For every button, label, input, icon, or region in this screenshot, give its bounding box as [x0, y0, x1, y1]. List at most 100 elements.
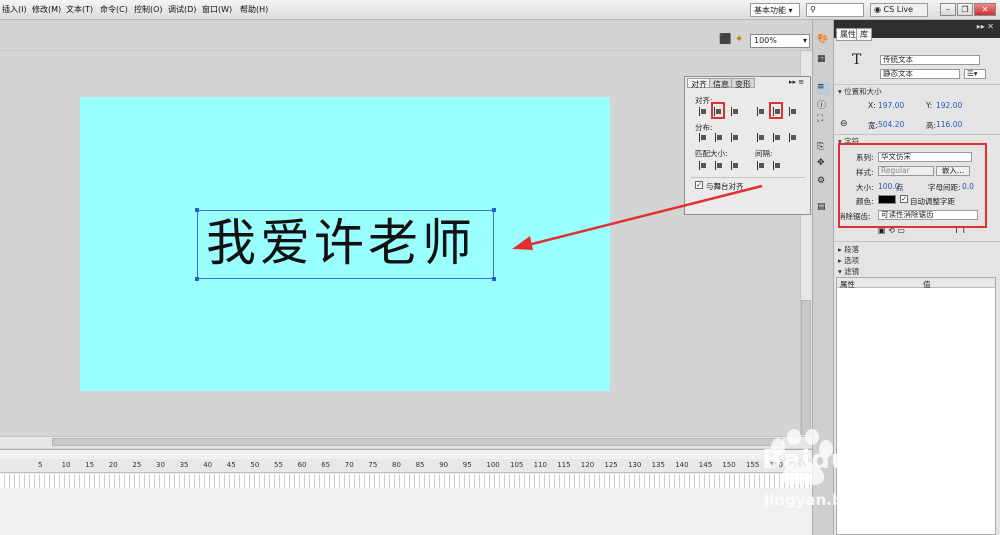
- library-icon[interactable]: ▤: [817, 202, 830, 215]
- text-type-select[interactable]: 静态文本: [880, 69, 960, 79]
- timeline-tick: 135: [651, 461, 665, 469]
- timeline-tick: 60: [297, 461, 307, 469]
- tab-align[interactable]: 对齐: [687, 78, 711, 89]
- timeline-tick: 100: [486, 461, 500, 469]
- menu-modify[interactable]: 修改(M): [32, 4, 61, 15]
- space-horizontal-icon[interactable]: [773, 161, 782, 170]
- tab-transform[interactable]: 变形: [731, 78, 755, 89]
- panel-collapse-icon[interactable]: ▸▸ ✕: [977, 22, 994, 31]
- timeline-tick: 10: [61, 461, 71, 469]
- text-engine-select[interactable]: 传统文本: [880, 55, 980, 65]
- x-value[interactable]: 197.00: [878, 101, 904, 110]
- align-right-icon[interactable]: [731, 107, 740, 116]
- y-value[interactable]: 192.00: [936, 101, 962, 110]
- align-bottom-icon[interactable]: [789, 107, 798, 116]
- menu-commands[interactable]: 命令(C): [100, 4, 128, 15]
- tab-info[interactable]: 信息: [709, 78, 733, 89]
- menu-help[interactable]: 帮助(H): [240, 4, 268, 15]
- timeline-tick: 35: [179, 461, 189, 469]
- width-label: 宽:: [868, 121, 879, 130]
- resize-handle[interactable]: [492, 277, 496, 281]
- timeline-tick: 85: [415, 461, 425, 469]
- stage-text: 我爱许老师: [206, 214, 476, 272]
- filters-col-value: 值: [923, 280, 931, 289]
- match-height-icon[interactable]: [715, 161, 724, 170]
- resize-handle[interactable]: [195, 208, 199, 212]
- timeline-tick: 65: [321, 461, 331, 469]
- menu-debug[interactable]: 调试(D): [168, 4, 196, 15]
- menu-window[interactable]: 窗口(W): [202, 4, 232, 15]
- timeline-tick: 50: [250, 461, 260, 469]
- divider: [834, 84, 1000, 85]
- timeline-tick: 20: [108, 461, 118, 469]
- timeline-tick: 120: [580, 461, 595, 469]
- menu-control[interactable]: 控制(O): [134, 4, 163, 15]
- align-label: 对齐:: [695, 96, 713, 105]
- timeline-tick: 95: [462, 461, 472, 469]
- distribute-right-icon[interactable]: [789, 133, 798, 142]
- align-top-icon[interactable]: [757, 107, 766, 116]
- width-value[interactable]: 504.20: [878, 120, 904, 129]
- swatches-icon[interactable]: ▦: [817, 54, 830, 67]
- distribute-hcenter-icon[interactable]: [773, 133, 782, 142]
- distribute-left-icon[interactable]: [757, 133, 766, 142]
- restore-button[interactable]: ❐: [957, 3, 973, 16]
- tab-library[interactable]: 库: [856, 28, 872, 41]
- timeline-tick: 75: [368, 461, 378, 469]
- text-field[interactable]: 我爱许老师: [195, 208, 496, 281]
- distribute-top-icon[interactable]: [699, 133, 708, 142]
- minimize-button[interactable]: –: [940, 3, 956, 16]
- divider: [834, 134, 1000, 135]
- menu-text[interactable]: 文本(T): [66, 4, 93, 15]
- close-button[interactable]: ✕: [974, 3, 996, 16]
- match-width-icon[interactable]: [699, 161, 708, 170]
- position-section-label: 位置和大小: [844, 87, 882, 96]
- x-label: X:: [868, 101, 876, 110]
- zoom-select[interactable]: 100% ▾: [750, 34, 810, 48]
- panel-menu-icon[interactable]: ▸▸ ≡: [789, 78, 804, 86]
- watermark-cn: 经验: [868, 453, 921, 483]
- distribute-vcenter-icon[interactable]: [715, 133, 724, 142]
- match-both-icon[interactable]: [731, 161, 740, 170]
- timeline-tick: 70: [344, 461, 354, 469]
- text-tool-icon: T: [852, 52, 862, 68]
- lock-ratio-icon[interactable]: ⊖: [840, 119, 848, 129]
- timeline-tick: 55: [274, 461, 283, 469]
- timeline-tick: 105: [510, 461, 524, 469]
- workspace-switcher[interactable]: 基本功能 ▾: [750, 3, 800, 17]
- color-icon[interactable]: 🎨: [817, 34, 830, 47]
- filters-header: 属性 值: [837, 278, 995, 289]
- timeline-tick: 130: [628, 461, 642, 469]
- search-icon: ⚲: [810, 5, 816, 14]
- info-icon[interactable]: ⓘ: [817, 98, 830, 111]
- horizontal-scroll-thumb[interactable]: [52, 438, 782, 446]
- match-size-label: 匹配大小:: [695, 149, 728, 158]
- text-orientation-select[interactable]: ☰▾: [964, 69, 986, 79]
- resize-handle[interactable]: [195, 277, 199, 281]
- timeline-tick: 30: [156, 461, 165, 469]
- position-section[interactable]: ▾ 位置和大小: [838, 86, 882, 97]
- timeline-frames[interactable]: [0, 474, 812, 488]
- height-value[interactable]: 116.00: [936, 120, 962, 129]
- panel-divider: [691, 177, 805, 178]
- menu-insert[interactable]: 插入(I): [2, 4, 27, 15]
- align-left-icon[interactable]: [699, 107, 708, 116]
- edit-scene-icon[interactable]: ✦: [735, 34, 743, 45]
- spacing-label: 间隔:: [755, 149, 773, 158]
- cs-live-button[interactable]: ◉ CS Live: [870, 3, 928, 17]
- search-box[interactable]: ⚲: [806, 3, 864, 17]
- distribute-bottom-icon[interactable]: [731, 133, 740, 142]
- components-icon[interactable]: ✥: [817, 158, 830, 171]
- edit-symbol-icon[interactable]: ⬛: [719, 34, 731, 45]
- code-snippets-icon[interactable]: ⎘: [817, 142, 830, 155]
- space-vertical-icon[interactable]: [757, 161, 766, 170]
- transform-icon[interactable]: ⛶: [817, 114, 830, 127]
- resize-handle[interactable]: [492, 208, 496, 212]
- vertical-scroll-thumb[interactable]: [801, 300, 811, 435]
- timeline-ruler[interactable]: 5 10 15 20 25 30 35 40 45 50 55 60 65 70 75 80 85 90 95 100…: [0, 459, 812, 473]
- filters-section[interactable]: ▾ 滤镜: [838, 266, 859, 277]
- motion-presets-icon[interactable]: ⚙: [817, 176, 830, 189]
- paragraph-section[interactable]: ▸ 段落: [838, 244, 859, 255]
- align-icon[interactable]: ≡: [817, 82, 830, 95]
- options-section[interactable]: ▸ 选项: [838, 255, 859, 266]
